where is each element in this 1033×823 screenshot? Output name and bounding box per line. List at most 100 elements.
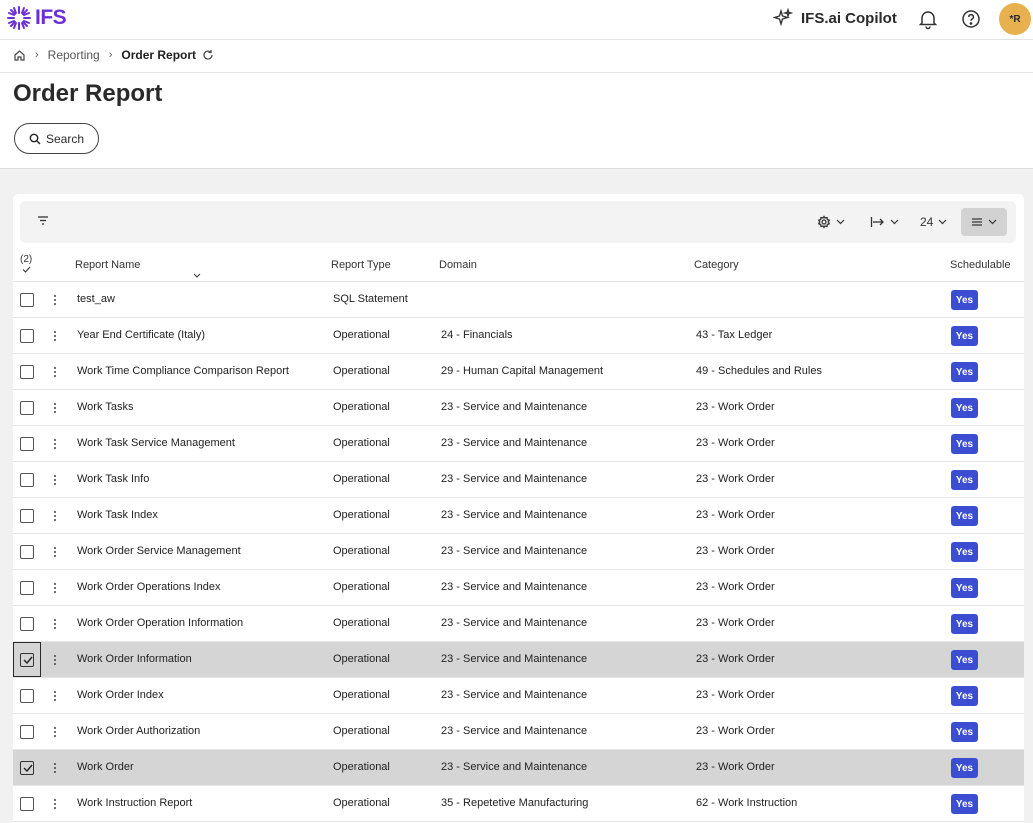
search-button-label: Search — [45, 131, 85, 146]
user-avatar[interactable]: *R — [999, 3, 1031, 35]
divider — [0, 72, 1033, 73]
row-checkbox[interactable] — [20, 545, 34, 559]
cell-report-type: Operational — [333, 401, 390, 413]
row-checkbox[interactable] — [20, 401, 34, 415]
home-icon[interactable] — [13, 49, 26, 62]
cell-report-type: Operational — [333, 617, 390, 629]
cell-report-name[interactable]: Work Instruction Report — [77, 797, 192, 809]
row-menu-icon[interactable] — [51, 545, 59, 559]
sort-chevron-down-icon[interactable] — [193, 273, 201, 278]
row-checkbox[interactable] — [20, 437, 34, 451]
notifications-bell-icon[interactable] — [917, 8, 939, 30]
row-menu-icon[interactable] — [51, 797, 59, 811]
row-checkbox[interactable] — [20, 689, 34, 703]
row-checkbox[interactable] — [20, 365, 34, 379]
col-header-schedulable[interactable]: Schedulable — [950, 259, 1011, 271]
view-mode-dropdown[interactable] — [961, 208, 1007, 236]
table-row[interactable]: Work Time Compliance Comparison Report Op… — [13, 354, 1024, 390]
table-row[interactable]: Work Instruction Report Operational 35 - R… — [13, 786, 1024, 822]
schedulable-badge: Yes — [951, 398, 978, 418]
chevron-down-icon — [988, 219, 997, 225]
row-menu-icon[interactable] — [51, 509, 59, 523]
cell-report-type: Operational — [333, 545, 390, 557]
cell-report-type: Operational — [333, 509, 390, 521]
row-menu-icon[interactable] — [51, 689, 59, 703]
cell-domain: 23 - Service and Maintenance — [441, 725, 588, 737]
help-icon[interactable] — [960, 8, 982, 30]
column-width-dropdown[interactable] — [870, 211, 899, 233]
page-size-dropdown[interactable]: 24 — [920, 211, 947, 233]
table-row[interactable]: Work Order Operations Index Operational 23… — [13, 570, 1024, 606]
cell-report-name[interactable]: Work Tasks — [77, 401, 133, 413]
col-header-report-type[interactable]: Report Type — [331, 259, 391, 271]
row-menu-icon[interactable] — [51, 293, 59, 307]
table-row[interactable]: Work Order Information Operational 23 - Se… — [13, 642, 1024, 678]
table-row[interactable]: Work Order Operation Information Operatio… — [13, 606, 1024, 642]
cell-report-name[interactable]: test_aw — [77, 293, 115, 305]
row-checkbox[interactable] — [20, 581, 34, 595]
cell-report-name[interactable]: Work Task Service Management — [77, 437, 235, 449]
table-row[interactable]: Work Tasks Operational 23 - Service and Ma… — [13, 390, 1024, 426]
table-row[interactable]: Work Task Index Operational 23 - Service a… — [13, 498, 1024, 534]
cell-report-name[interactable]: Work Order Operation Information — [77, 617, 243, 629]
cell-report-name[interactable]: Work Order Operations Index — [77, 581, 220, 593]
row-checkbox[interactable] — [20, 797, 34, 811]
table-row[interactable]: Work Order Index Operational 23 - Service … — [13, 678, 1024, 714]
cell-domain: 23 - Service and Maintenance — [441, 617, 588, 629]
table-row[interactable]: test_aw SQL Statement Yes — [13, 282, 1024, 318]
row-menu-icon[interactable] — [51, 761, 59, 775]
cell-report-name[interactable]: Work Time Compliance Comparison Report — [77, 365, 289, 377]
row-menu-icon[interactable] — [51, 653, 59, 667]
breadcrumb-current: Order Report — [121, 48, 197, 62]
selected-count[interactable]: (2) — [20, 254, 32, 276]
row-menu-icon[interactable] — [51, 401, 59, 415]
cell-category: 23 - Work Order — [696, 581, 775, 593]
row-checkbox[interactable] — [20, 617, 34, 631]
cell-report-type: Operational — [333, 473, 390, 485]
cell-report-name[interactable]: Work Order — [77, 761, 134, 773]
breadcrumb-reporting[interactable]: Reporting — [48, 48, 100, 62]
row-checkbox[interactable] — [20, 761, 34, 775]
col-header-category[interactable]: Category — [694, 259, 739, 271]
row-menu-icon[interactable] — [51, 581, 59, 595]
row-checkbox[interactable] — [20, 725, 34, 739]
table-row[interactable]: Work Order Service Management Operational… — [13, 534, 1024, 570]
cell-report-name[interactable]: Work Order Service Management — [77, 545, 241, 557]
row-checkbox[interactable] — [20, 473, 34, 487]
col-header-domain[interactable]: Domain — [439, 259, 477, 271]
row-checkbox[interactable] — [20, 653, 34, 667]
filter-icon[interactable] — [36, 213, 50, 232]
cell-category: 23 - Work Order — [696, 689, 775, 701]
row-checkbox[interactable] — [20, 329, 34, 343]
row-menu-icon[interactable] — [51, 617, 59, 631]
cell-report-name[interactable]: Work Task Index — [77, 509, 158, 521]
cell-report-name[interactable]: Work Order Authorization — [77, 725, 200, 737]
row-checkbox[interactable] — [20, 293, 34, 307]
ifs-logo[interactable]: IFS — [6, 5, 67, 31]
row-menu-icon[interactable] — [51, 365, 59, 379]
table-row[interactable]: Work Order Operational 23 - Service and Ma… — [13, 750, 1024, 786]
chevron-right-icon: › — [108, 49, 113, 61]
copilot-button[interactable]: IFS.ai Copilot — [773, 8, 897, 28]
table-row[interactable]: Year End Certificate (Italy) Operational 2… — [13, 318, 1024, 354]
cell-report-name[interactable]: Year End Certificate (Italy) — [77, 329, 205, 341]
table-row[interactable]: Work Task Service Management Operational 2… — [13, 426, 1024, 462]
cell-category: 23 - Work Order — [696, 653, 775, 665]
search-button[interactable]: Search — [14, 123, 99, 154]
cell-report-name[interactable]: Work Order Index — [77, 689, 164, 701]
row-menu-icon[interactable] — [51, 725, 59, 739]
settings-dropdown[interactable] — [817, 211, 845, 233]
table-row[interactable]: Work Task Info Operational 23 - Service an… — [13, 462, 1024, 498]
row-menu-icon[interactable] — [51, 473, 59, 487]
cell-report-type: Operational — [333, 761, 390, 773]
refresh-icon[interactable] — [202, 49, 214, 61]
cell-category: 23 - Work Order — [696, 437, 775, 449]
cell-report-name[interactable]: Work Order Information — [77, 653, 192, 665]
cell-report-name[interactable]: Work Task Info — [77, 473, 149, 485]
col-header-report-name[interactable]: Report Name — [75, 259, 140, 271]
cell-category: 23 - Work Order — [696, 725, 775, 737]
row-menu-icon[interactable] — [51, 437, 59, 451]
table-row[interactable]: Work Order Authorization Operational 23 - … — [13, 714, 1024, 750]
row-checkbox[interactable] — [20, 509, 34, 523]
row-menu-icon[interactable] — [51, 329, 59, 343]
